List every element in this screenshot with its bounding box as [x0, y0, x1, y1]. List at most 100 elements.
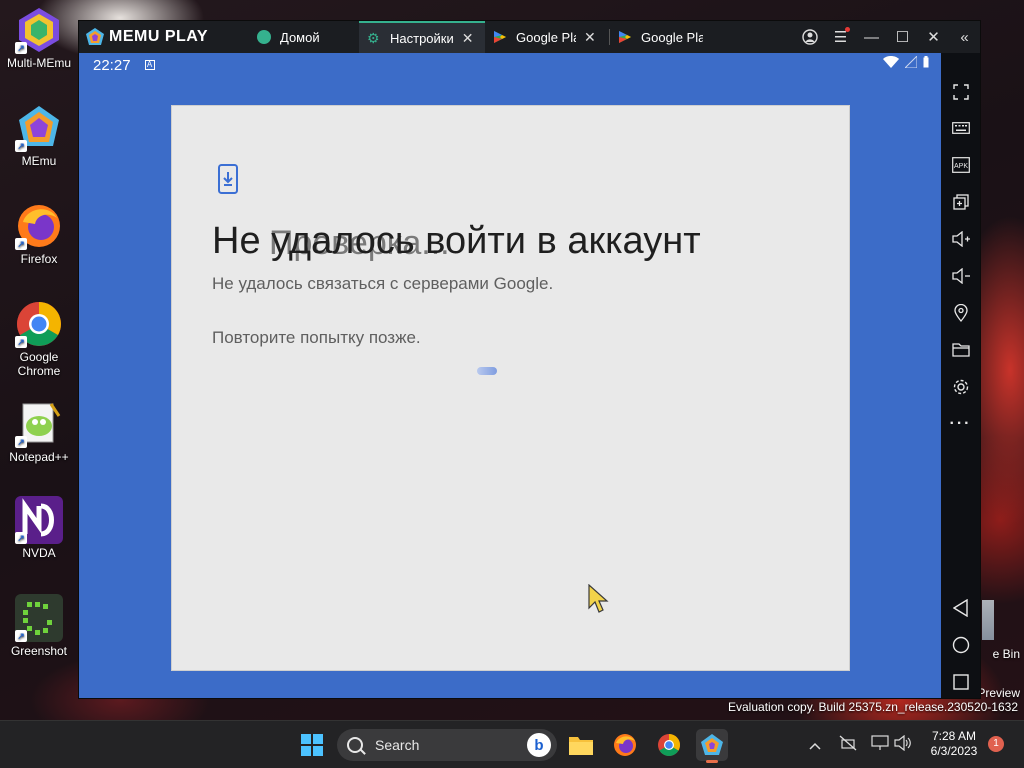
mouse-cursor-icon [588, 584, 609, 613]
fullscreen-icon[interactable] [941, 79, 980, 105]
chrome-taskbar-button[interactable] [653, 729, 685, 761]
volume-icon[interactable] [893, 734, 913, 755]
desktop-icon-greenshot[interactable]: ↗ Greenshot [0, 594, 78, 658]
settings-icon[interactable] [941, 374, 980, 400]
sign-in-error-dialog: Проверка... Не удалось войти в аккаунт Н… [171, 105, 850, 671]
close-button[interactable]: ✕ [918, 21, 949, 53]
desktop-icon-label: Greenshot [10, 644, 68, 658]
desktop-icon-firefox[interactable]: ↗ Firefox [0, 202, 78, 266]
windows-icon [301, 734, 323, 756]
apk-icon[interactable]: APK [941, 152, 980, 178]
network-off-icon[interactable] [838, 735, 858, 755]
location-icon[interactable] [941, 300, 980, 326]
display-icon[interactable] [870, 735, 890, 755]
firefox-taskbar-button[interactable] [609, 729, 641, 761]
bing-icon[interactable]: b [527, 733, 551, 757]
phone-download-icon [218, 164, 238, 194]
notepad-plus-plus-icon: ↗ [15, 400, 63, 448]
android-clock: 22:27 [93, 56, 131, 74]
notification-badge[interactable]: 1 [988, 736, 1004, 752]
android-screen[interactable]: Проверка... Не удалось войти в аккаунт Н… [79, 77, 941, 698]
desktop-icon-google-chrome[interactable]: ↗ Google Chrome [0, 300, 78, 378]
minimize-button[interactable]: — [856, 21, 887, 53]
keyboard-icon[interactable] [941, 115, 980, 141]
desktop-icon-multi-memu[interactable]: ↗ Multi-MEmu [0, 6, 78, 70]
signal-icon [905, 56, 917, 68]
close-icon[interactable]: ✕ [462, 30, 474, 47]
evaluation-watermark: Evaluation copy. Build 25375.zn_release.… [728, 700, 1018, 714]
home-icon[interactable] [941, 632, 980, 658]
memu-window: MEMU PLAY Домой ⚙ Настройки ✕ Google Pla… [78, 20, 981, 699]
account-icon[interactable] [794, 21, 825, 53]
active-indicator [706, 760, 718, 763]
search-placeholder: Search [375, 737, 420, 753]
memu-icon: ↗ [15, 104, 63, 152]
collapse-sidebar-button[interactable]: « [949, 21, 980, 53]
desktop-icon-nvda[interactable]: ↗ NVDA [0, 496, 78, 560]
tab-label: Домой [280, 29, 320, 45]
memu-logo: MEMU PLAY [79, 21, 257, 53]
dialog-retry-message: Повторите попытку позже. [212, 328, 421, 347]
memu-icon [701, 734, 723, 755]
close-icon[interactable]: ✕ [584, 29, 596, 46]
menu-icon[interactable]: ☰ [825, 21, 856, 53]
desktop-icon-label: MEmu [21, 154, 57, 168]
google-play-icon [494, 31, 506, 43]
android-status-bar: 22:27 A [79, 53, 941, 77]
search-icon [347, 737, 363, 753]
start-button[interactable] [296, 729, 328, 761]
clock-time: 7:28 AM [931, 729, 977, 743]
tab-settings[interactable]: ⚙ Настройки ✕ [359, 21, 485, 53]
desktop-icon-memu[interactable]: ↗ MEmu [0, 104, 78, 168]
tab-google-play-1[interactable]: Google Play ✕ [485, 21, 609, 53]
clock-date: 6/3/2023 [930, 744, 978, 758]
folder-icon[interactable] [941, 337, 980, 363]
recycle-bin-icon[interactable] [982, 600, 994, 640]
tab-home[interactable]: Домой [249, 21, 359, 53]
recents-icon[interactable] [941, 669, 980, 695]
dialog-message: Не удалось связаться с серверами Google. [212, 274, 554, 293]
tab-label: Google Play [641, 29, 703, 45]
volume-down-icon[interactable] [941, 263, 980, 289]
file-explorer-button[interactable] [565, 729, 597, 761]
home-tab-icon [257, 30, 271, 44]
taskbar-search[interactable]: Search b [337, 729, 557, 761]
volume-up-icon[interactable] [941, 226, 980, 252]
tab-google-play-2[interactable]: Google Play [610, 21, 732, 53]
desktop: ↗ Multi-MEmu ↗ MEmu ↗ Firefox ↗ Google C… [0, 0, 1024, 720]
notification-a-icon: A [144, 60, 155, 70]
back-icon[interactable] [941, 595, 980, 621]
more-icon[interactable]: ··· [941, 411, 980, 437]
windows-preview-label: Preview [977, 686, 1020, 700]
battery-icon [923, 56, 929, 68]
taskbar-clock[interactable]: 7:28 AM 6/3/2023 [922, 729, 986, 759]
desktop-icon-label: Firefox [20, 252, 58, 266]
multi-window-icon[interactable] [941, 189, 980, 215]
memu-brand: MEMU PLAY [109, 28, 209, 45]
firefox-icon [614, 734, 636, 756]
chrome-icon [658, 734, 680, 756]
taskbar: Search b 7:28 AM 6/3/2023 1 [0, 720, 1024, 768]
greenshot-icon: ↗ [15, 594, 63, 642]
maximize-button[interactable]: ☐ [887, 21, 918, 53]
desktop-icon-notepad-plus-plus[interactable]: ↗ Notepad++ [0, 400, 78, 464]
window-controls: ☰ — ☐ ✕ « [794, 21, 980, 53]
chrome-icon: ↗ [15, 300, 63, 348]
svg-text:APK: APK [953, 163, 967, 170]
memu-taskbar-button[interactable] [696, 729, 728, 763]
status-icons [883, 56, 929, 68]
memu-toolbar: APK ··· [941, 53, 980, 698]
desktop-icon-label: Notepad++ [9, 450, 69, 464]
recycle-bin-label-partial: e Bin [992, 647, 1020, 661]
desktop-icon-label: NVDA [22, 546, 56, 560]
desktop-icon-label: Multi-MEmu [6, 56, 71, 70]
nvda-icon: ↗ [15, 496, 63, 544]
show-hidden-icons-chevron-icon[interactable] [805, 735, 825, 755]
dialog-title: Не удалось войти в аккаунт [212, 220, 701, 262]
desktop-icon-label: Google Chrome [17, 350, 61, 378]
loading-spinner [477, 367, 497, 375]
folder-icon [569, 737, 593, 755]
settings-tab-icon: ⚙ [367, 30, 380, 46]
firefox-icon: ↗ [15, 202, 63, 250]
wifi-icon [883, 56, 899, 68]
